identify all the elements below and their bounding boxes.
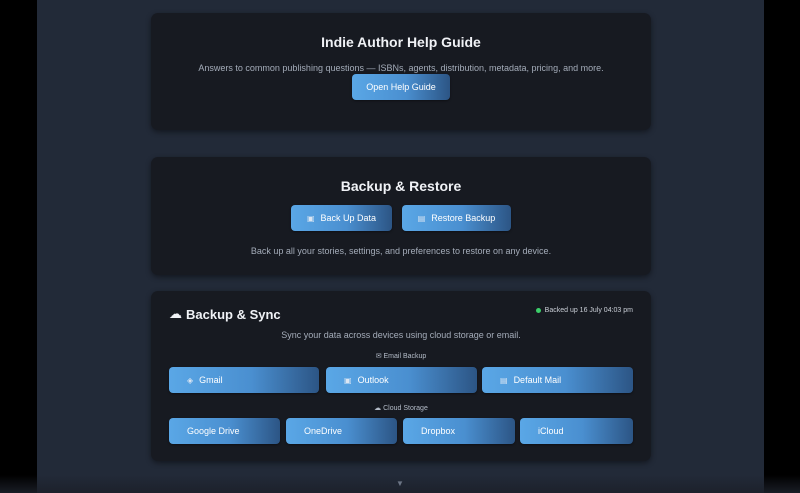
- sync-status-text: Backed up 16 July 04:03 pm: [544, 307, 633, 314]
- email-icon: ✉: [375, 353, 382, 360]
- cloud-storage-section-label: ☁ Cloud Storage: [374, 405, 428, 412]
- default-mail-button[interactable]: ▤ Default Mail: [482, 367, 633, 393]
- help-guide-card: Indie Author Help Guide Answers to commo…: [151, 13, 651, 130]
- gmail-label: Gmail: [199, 375, 223, 385]
- sync-status: Backed up 16 July 04:03 pm: [535, 307, 633, 314]
- status-dot-icon: [535, 308, 541, 313]
- mail-icon: ▤: [500, 375, 508, 385]
- cloud-storage-icon: ☁: [374, 405, 382, 412]
- onedrive-button[interactable]: OneDrive: [286, 418, 397, 444]
- backup-sync-title: Backup & Sync: [186, 306, 281, 322]
- restore-backup-button[interactable]: ▤ Restore Backup: [402, 205, 511, 231]
- gmail-button[interactable]: ◈ Gmail: [169, 367, 319, 393]
- icloud-button[interactable]: iCloud: [520, 418, 633, 444]
- backup-restore-card: Backup & Restore ▣ Back Up Data ▤ Restor…: [151, 157, 651, 275]
- outlook-button[interactable]: ▣ Outlook: [326, 367, 477, 393]
- floppy-disk-icon: ▣: [306, 213, 315, 223]
- backup-sync-card: ☁ Backup & Sync Backed up 16 July 04:03 …: [151, 291, 651, 461]
- backup-restore-description: Back up all your stories, settings, and …: [250, 246, 552, 256]
- help-guide-description: Answers to common publishing questions —…: [198, 63, 604, 73]
- dropbox-label: Dropbox: [421, 426, 456, 436]
- cloud-icon: ☁: [169, 306, 182, 321]
- restore-backup-label: Restore Backup: [431, 213, 496, 223]
- gmail-icon: ◈: [187, 375, 194, 385]
- open-help-guide-label: Open Help Guide: [366, 82, 436, 92]
- help-guide-title: Indie Author Help Guide: [321, 34, 481, 50]
- back-up-data-label: Back Up Data: [320, 213, 377, 223]
- google-drive-button[interactable]: Google Drive: [169, 418, 280, 444]
- restore-icon: ▤: [417, 213, 426, 223]
- default-mail-label: Default Mail: [513, 375, 562, 385]
- outlook-label: Outlook: [357, 375, 389, 385]
- scroll-down-arrow-icon[interactable]: ▼: [396, 479, 404, 488]
- backup-sync-heading: ☁ Backup & Sync: [169, 306, 281, 322]
- google-drive-label: Google Drive: [187, 426, 240, 436]
- icloud-label: iCloud: [538, 426, 564, 436]
- outlook-icon: ▣: [344, 375, 352, 385]
- open-help-guide-button[interactable]: Open Help Guide: [352, 74, 450, 100]
- email-backup-section-label: ✉ Email Backup: [375, 353, 427, 360]
- back-up-data-button[interactable]: ▣ Back Up Data: [291, 205, 392, 231]
- backup-restore-title: Backup & Restore: [340, 178, 462, 194]
- sync-description: Sync your data across devices using clou…: [281, 330, 521, 340]
- onedrive-label: OneDrive: [304, 426, 343, 436]
- dropbox-button[interactable]: Dropbox: [403, 418, 515, 444]
